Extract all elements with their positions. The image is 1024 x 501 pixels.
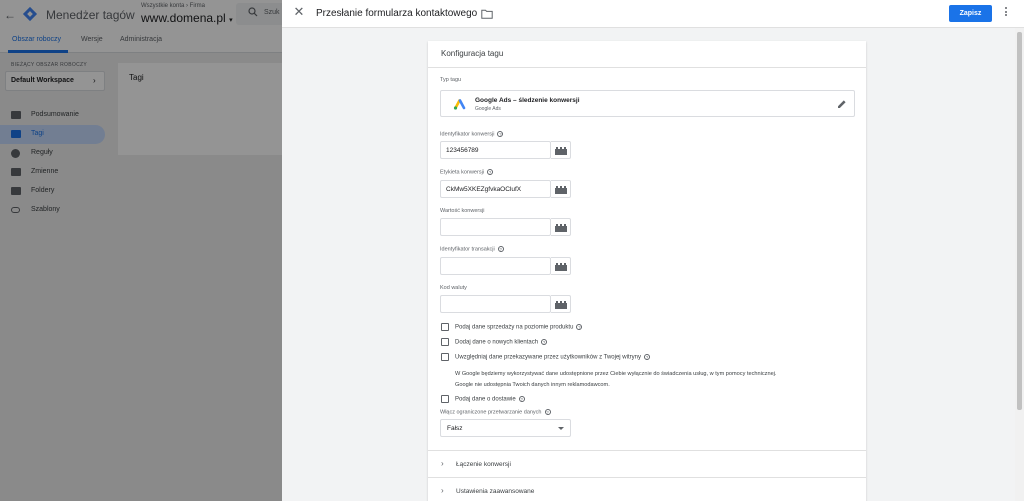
checkbox-label: Uwzględniaj dane przekazywane przez użyt… [455, 354, 650, 361]
caret-down-icon [558, 427, 564, 430]
folder-icon[interactable] [481, 9, 493, 19]
currency-code-label: Kod waluty [440, 285, 467, 291]
insert-variable-button[interactable] [551, 257, 571, 275]
help-icon[interactable]: ? [576, 324, 583, 330]
conversion-label-input[interactable] [440, 180, 551, 198]
insert-variable-button[interactable] [551, 180, 571, 198]
conversion-value-input[interactable] [440, 218, 551, 236]
checkbox[interactable] [441, 395, 449, 403]
tag-type-vendor: Google Ads [475, 106, 501, 112]
checkbox-label-text: Uwzględniaj dane przekazywane przez użyt… [455, 354, 641, 361]
transaction-id-input[interactable] [440, 257, 551, 275]
help-icon[interactable]: ? [643, 354, 650, 360]
conversion-linking-section[interactable]: › Łączenie konwersji [428, 450, 866, 477]
checkbox[interactable] [441, 338, 449, 346]
tag-type-selector[interactable]: Google Ads – śledzenie konwersji Google … [440, 90, 855, 117]
checkbox-label: Podaj dane sprzedaży na poziomie produkt… [455, 324, 583, 331]
data-usage-notice-line2: Google nie udostępnia Twoich danych inny… [455, 382, 610, 388]
variable-bricks-icon [555, 186, 567, 194]
conversion-id-input[interactable] [440, 141, 551, 159]
checkbox[interactable] [441, 353, 449, 361]
more-options-icon[interactable] [1003, 6, 1009, 20]
restricted-data-select[interactable]: Fałsz [440, 419, 571, 437]
section-label: Ustawienia zaawansowane [456, 488, 535, 495]
conversion-id-label: Identyfikator konwersji? [440, 131, 504, 138]
variable-bricks-icon [555, 147, 567, 155]
field-label-text: Kod waluty [440, 285, 467, 291]
tag-type-name: Google Ads – śledzenie konwersji [475, 97, 580, 104]
close-icon[interactable]: ✕ [292, 5, 306, 19]
conversion-label-label: Etykieta konwersji? [440, 169, 494, 176]
advanced-settings-section[interactable]: › Ustawienia zaawansowane [428, 477, 866, 501]
variable-bricks-icon [555, 263, 567, 271]
tag-configuration-card: Konfiguracja tagu Typ tagu Google Ads – … [428, 41, 866, 501]
card-header: Konfiguracja tagu [428, 41, 866, 68]
variable-bricks-icon [555, 224, 567, 232]
tag-name-title[interactable]: Przesłanie formularza kontaktowego [316, 8, 477, 19]
help-icon[interactable]: ? [541, 339, 548, 345]
tag-editor-sheet: ✕ Przesłanie formularza kontaktowego Zap… [282, 0, 1024, 501]
section-label: Łączenie konwersji [456, 461, 511, 468]
checkbox-label: Dodaj dane o nowych klientach? [455, 339, 548, 346]
scrollbar-thumb[interactable] [1017, 32, 1022, 410]
help-icon[interactable]: ? [518, 396, 525, 402]
restricted-data-label: Włącz ograniczone przetwarzanie danych? [440, 409, 551, 415]
help-icon[interactable]: ? [497, 246, 504, 252]
sheet-header: ✕ Przesłanie formularza kontaktowego Zap… [282, 0, 1024, 28]
field-label-text: Etykieta konwersji [440, 169, 485, 176]
chevron-right-icon: › [441, 486, 444, 495]
checkbox[interactable] [441, 323, 449, 331]
transaction-id-label: Identyfikator transakcji? [440, 246, 504, 252]
help-icon[interactable]: ? [544, 409, 551, 415]
variable-bricks-icon [555, 301, 567, 309]
checkbox-label-text: Dodaj dane o nowych klientach [455, 339, 539, 346]
checkbox-label: Podaj dane o dostawie? [455, 396, 525, 403]
data-usage-notice-line1: W Google będziemy wykorzystywać dane udo… [455, 371, 777, 377]
chevron-right-icon: › [441, 459, 444, 468]
select-value: Fałsz [447, 425, 463, 432]
field-label-text: Identyfikator transakcji [440, 246, 495, 253]
google-ads-logo-icon [453, 99, 466, 110]
save-button[interactable]: Zapisz [949, 5, 992, 22]
tag-type-label: Typ tagu [440, 77, 462, 83]
insert-variable-button[interactable] [551, 141, 571, 159]
field-label-text: Włącz ograniczone przetwarzanie danych [440, 409, 542, 416]
field-label-text: Identyfikator konwersji [440, 131, 495, 138]
field-label-text: Wartość konwersji [440, 208, 485, 214]
conversion-value-label: Wartość konwersji [440, 208, 484, 214]
help-icon[interactable]: ? [487, 169, 494, 175]
insert-variable-button[interactable] [551, 218, 571, 236]
insert-variable-button[interactable] [551, 295, 571, 313]
card-title: Konfiguracja tagu [441, 49, 504, 58]
help-icon[interactable]: ? [497, 131, 504, 137]
currency-code-input[interactable] [440, 295, 551, 313]
edit-pencil-icon[interactable] [837, 99, 847, 109]
checkbox-label-text: Podaj dane o dostawie [455, 396, 516, 403]
checkbox-label-text: Podaj dane sprzedaży na poziomie produkt… [455, 324, 574, 331]
